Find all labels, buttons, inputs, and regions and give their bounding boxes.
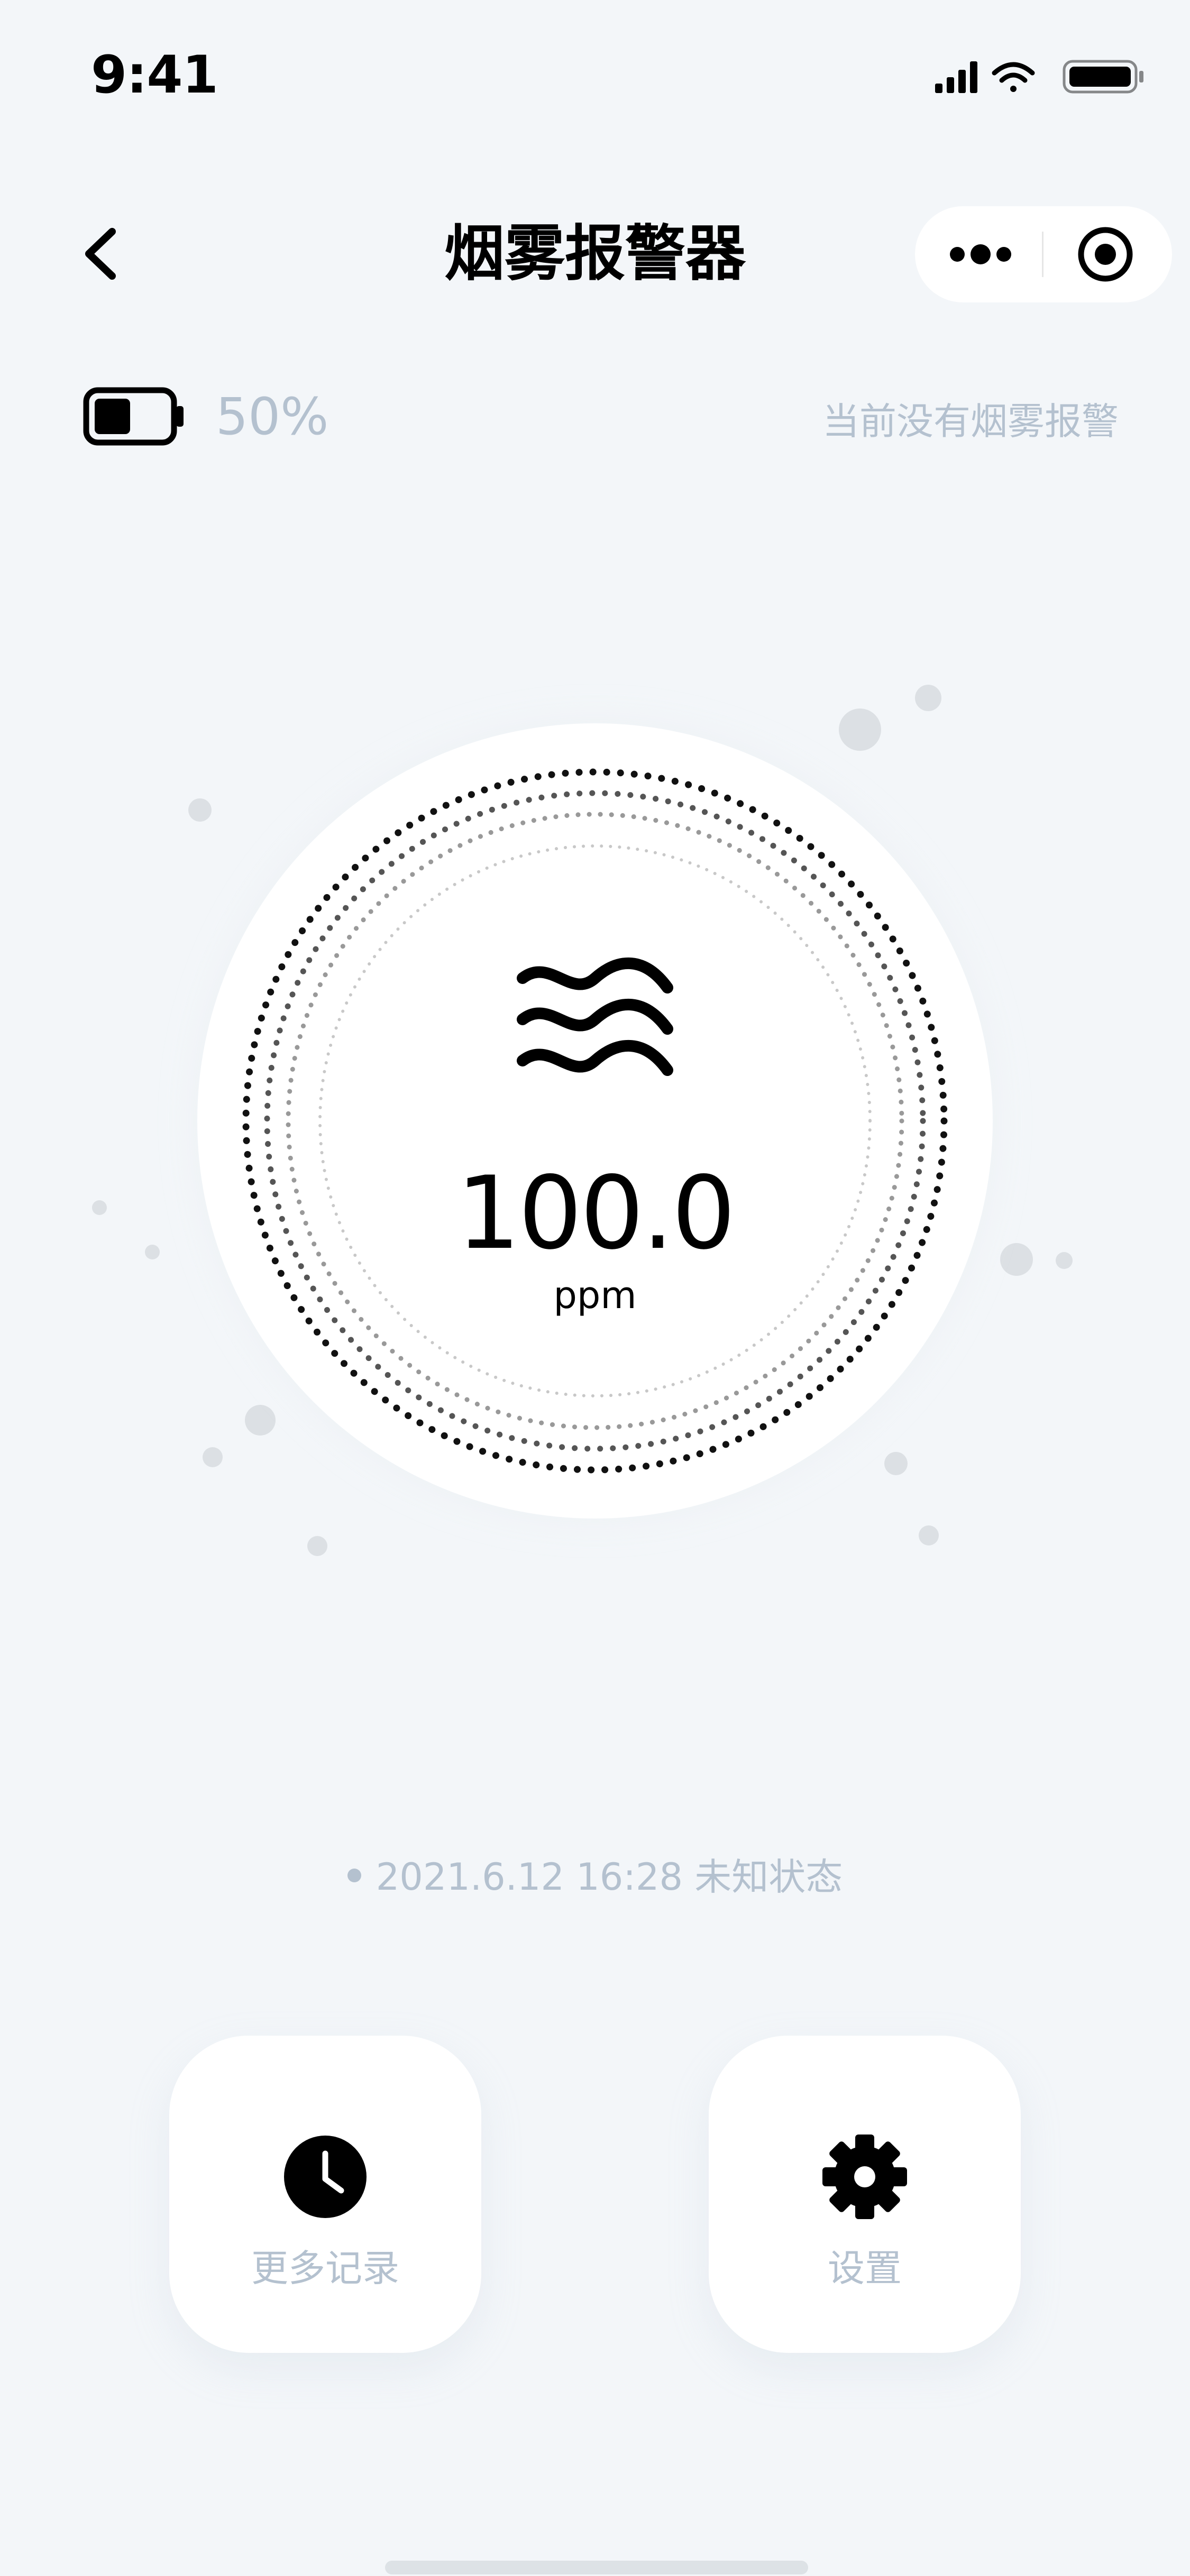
wifi-icon <box>992 62 1035 92</box>
more-dots-icon <box>950 244 1011 264</box>
close-miniapp-button[interactable] <box>1047 206 1164 302</box>
more-button[interactable] <box>915 206 1042 302</box>
cellular-signal-icon <box>935 61 977 93</box>
status-time: 9:41 <box>91 45 218 105</box>
record-target-icon <box>1078 227 1133 282</box>
smoke-waves-icon <box>517 958 673 1076</box>
last-update-text: 2021.6.12 16:28 未知状态 <box>376 1855 843 1899</box>
clock-icon <box>284 2136 367 2218</box>
smoke-reading-unit: ppm <box>553 1274 637 1317</box>
gauge-graphic <box>92 685 1073 1556</box>
status-battery-icon <box>1063 60 1143 94</box>
more-records-label: 更多记录 <box>251 2247 399 2290</box>
more-records-button[interactable]: 更多记录 <box>169 2036 481 2353</box>
home-indicator[interactable] <box>385 2561 808 2574</box>
status-dot-icon <box>347 1868 361 1882</box>
status-icons <box>935 60 1143 94</box>
capsule-divider <box>1042 232 1043 277</box>
settings-button[interactable]: 设置 <box>709 2036 1021 2353</box>
smoke-gauge: 100.0 ppm <box>0 634 1190 1639</box>
gear-icon <box>822 2135 907 2219</box>
smoke-reading-value: 100.0 <box>456 1155 736 1272</box>
last-update: 2021.6.12 16:28 未知状态 <box>0 1851 1190 1903</box>
mini-program-capsule <box>915 206 1172 302</box>
alarm-status-text: 当前没有烟雾报警 <box>822 400 1119 443</box>
settings-label: 设置 <box>828 2247 902 2290</box>
device-battery-icon <box>83 387 184 446</box>
battery-percentage: 50% <box>216 387 329 446</box>
gauge-disc <box>197 723 993 1519</box>
